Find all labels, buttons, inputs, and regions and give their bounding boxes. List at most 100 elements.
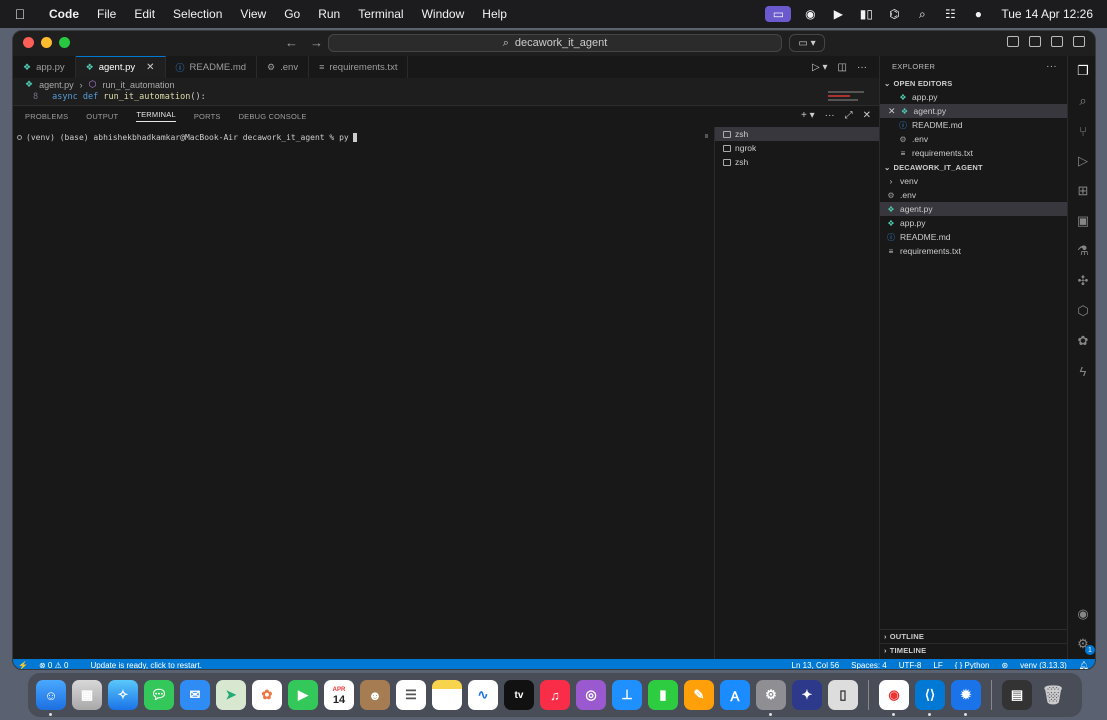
maximize-window-button[interactable] bbox=[59, 37, 70, 48]
remote-explorer-icon[interactable]: ▣ bbox=[1068, 206, 1095, 236]
notes-icon[interactable] bbox=[432, 680, 462, 710]
testing-icon[interactable]: ⚗ bbox=[1068, 236, 1095, 266]
explorer-icon[interactable]: ❐ bbox=[1068, 56, 1095, 86]
tab-agent-py[interactable]: ❖ agent.py ✕ bbox=[75, 56, 166, 78]
terminal-scrollbar[interactable] bbox=[705, 134, 708, 138]
timeline-section[interactable]: › TIMELINE bbox=[880, 643, 1067, 657]
photos-icon[interactable]: ✿ bbox=[252, 680, 282, 710]
terminal-item-zsh[interactable]: zsh bbox=[715, 127, 879, 141]
minimap[interactable] bbox=[828, 89, 874, 103]
encoding-status[interactable]: UTF-8 bbox=[893, 661, 928, 670]
vscode-icon[interactable]: ⟨⟩ bbox=[915, 680, 945, 716]
tab-ports[interactable]: PORTS bbox=[194, 112, 221, 121]
menu-selection[interactable]: Selection bbox=[164, 7, 231, 21]
extensions-icon[interactable]: ⊞ bbox=[1068, 176, 1095, 206]
open-editor-agent-py[interactable]: ✕ ❖ agent.py bbox=[880, 104, 1067, 118]
tab-readme-md[interactable]: ⓘ README.md bbox=[166, 56, 258, 78]
interpreter-status[interactable]: venv (3.13.3) bbox=[1014, 661, 1073, 670]
lightning-icon[interactable]: ϟ bbox=[1068, 356, 1095, 386]
close-panel-icon[interactable]: ✕ bbox=[863, 110, 871, 121]
system-settings-icon[interactable]: ⚙ bbox=[756, 680, 786, 716]
tab-env[interactable]: ⚙ .env bbox=[257, 56, 310, 78]
menu-clock[interactable]: Tue 14 Apr 12:26 bbox=[1001, 7, 1093, 21]
indentation-status[interactable]: Spaces: 4 bbox=[845, 661, 893, 670]
finder-icon[interactable]: ☺ bbox=[36, 680, 66, 716]
screenshot-icon[interactable]: ◉ bbox=[801, 7, 819, 21]
messages-icon[interactable]: 💬︎ bbox=[144, 680, 174, 710]
file-agent-py[interactable]: ❖ agent.py bbox=[880, 202, 1067, 216]
minimize-window-button[interactable] bbox=[41, 37, 52, 48]
project-folder-section[interactable]: ⌄ DECAWORK_IT_AGENT bbox=[880, 160, 1067, 174]
close-tab-icon[interactable]: ✕ bbox=[146, 62, 154, 73]
terminal-item-zsh-2[interactable]: zsh bbox=[715, 155, 879, 169]
manage-gear-icon[interactable]: ⚙ 1 bbox=[1068, 629, 1095, 659]
toggle-panel-icon[interactable] bbox=[1051, 36, 1063, 47]
containers-icon[interactable]: ⬡ bbox=[1068, 296, 1095, 326]
safari-icon[interactable]: ✧ bbox=[108, 680, 138, 710]
toggle-primary-sidebar-icon[interactable] bbox=[1029, 36, 1041, 47]
open-editor-env[interactable]: ⚙ .env bbox=[880, 132, 1067, 146]
chat-toggle-button[interactable]: ▭ ▾ bbox=[789, 34, 825, 52]
more-actions-icon[interactable]: ··· bbox=[857, 62, 867, 73]
contacts-icon[interactable]: ☻ bbox=[360, 680, 390, 710]
python-icon[interactable]: ✿ bbox=[1068, 326, 1095, 356]
more-actions-icon[interactable]: ··· bbox=[825, 110, 835, 121]
downloads-stack-icon[interactable]: ▤ bbox=[1002, 680, 1032, 710]
file-app-py[interactable]: ❖ app.py bbox=[880, 216, 1067, 230]
outline-section[interactable]: › OUTLINE bbox=[880, 629, 1067, 643]
copilot-status-icon[interactable]: ⊛ bbox=[995, 661, 1014, 670]
run-python-file-icon[interactable]: ▷ ▾ bbox=[812, 62, 828, 73]
podcasts-icon[interactable]: ◎ bbox=[576, 680, 606, 710]
menu-view[interactable]: View bbox=[231, 7, 275, 21]
tab-terminal[interactable]: TERMINAL bbox=[136, 110, 176, 122]
folder-venv[interactable]: › venv bbox=[880, 174, 1067, 188]
search-icon[interactable]: ⌕ bbox=[1068, 86, 1095, 116]
remote-indicator-icon[interactable]: ⚡ bbox=[13, 661, 33, 670]
file-requirements-txt[interactable]: ≡ requirements.txt bbox=[880, 244, 1067, 258]
forward-arrow-icon[interactable]: → bbox=[310, 35, 323, 50]
chrome-icon[interactable]: ◉ bbox=[879, 680, 909, 716]
battery-icon[interactable]: ▮▯ bbox=[857, 7, 875, 21]
code-line[interactable]: 8 async def run_it_automation(): bbox=[13, 91, 206, 103]
tab-output[interactable]: OUTPUT bbox=[86, 112, 118, 121]
open-editor-requirements-txt[interactable]: ≡ requirements.txt bbox=[880, 146, 1067, 160]
tab-debug-console[interactable]: DEBUG CONSOLE bbox=[239, 112, 307, 121]
calendar-icon[interactable]: APR 14 bbox=[324, 680, 354, 710]
terminal-item-ngrok[interactable]: ngrok bbox=[715, 141, 879, 155]
source-control-icon[interactable]: ⑂ bbox=[1068, 116, 1095, 146]
tab-app-py[interactable]: ❖ app.py bbox=[13, 56, 76, 78]
menu-edit[interactable]: Edit bbox=[125, 7, 164, 21]
toggle-secondary-sidebar-icon[interactable] bbox=[1073, 36, 1085, 47]
run-debug-icon[interactable]: ▷ bbox=[1068, 146, 1095, 176]
network-icon[interactable]: ⌬ bbox=[885, 7, 903, 21]
pages-icon[interactable]: ✎ bbox=[684, 680, 714, 710]
menu-app-name[interactable]: Code bbox=[40, 7, 88, 21]
facetime-icon[interactable]: ▶ bbox=[288, 680, 318, 710]
menu-run[interactable]: Run bbox=[309, 7, 349, 21]
menu-terminal[interactable]: Terminal bbox=[349, 7, 412, 21]
cursor-position-status[interactable]: Ln 13, Col 56 bbox=[786, 661, 846, 670]
menu-help[interactable]: Help bbox=[473, 7, 516, 21]
more-actions-icon[interactable]: ··· bbox=[1046, 61, 1067, 72]
close-window-button[interactable] bbox=[23, 37, 34, 48]
control-center-icon[interactable]: ☷ bbox=[941, 7, 959, 21]
terminal-output[interactable]: (venv) (base) abhishekbhadkamkar@MacBook… bbox=[13, 128, 713, 660]
play-icon[interactable]: ▶ bbox=[829, 7, 847, 21]
mail-icon[interactable]: ✉ bbox=[180, 680, 210, 710]
xcode-instruments-icon[interactable]: ✦ bbox=[792, 680, 822, 710]
command-center-search[interactable]: ⌕ decawork_it_agent bbox=[328, 34, 782, 52]
breadcrumb-file[interactable]: agent.py bbox=[39, 80, 74, 90]
screen-mirroring-icon[interactable]: ▭ bbox=[765, 6, 792, 22]
maximize-panel-icon[interactable]: ⤢ bbox=[845, 110, 853, 121]
maps-icon[interactable]: ➤ bbox=[216, 680, 246, 710]
close-editor-icon[interactable]: ✕ bbox=[888, 106, 896, 117]
reminders-icon[interactable]: ☰ bbox=[396, 680, 426, 710]
open-editor-readme-md[interactable]: ⓘ README.md bbox=[880, 118, 1067, 132]
trash-icon[interactable]: 🗑︎ bbox=[1038, 680, 1068, 710]
keynote-icon[interactable]: ⊥ bbox=[612, 680, 642, 710]
freeform-icon[interactable]: ∿ bbox=[468, 680, 498, 710]
update-status[interactable]: Update is ready, click to restart. bbox=[84, 661, 207, 670]
open-editors-section[interactable]: ⌄ OPEN EDITORS bbox=[880, 76, 1067, 90]
eol-status[interactable]: LF bbox=[927, 661, 948, 670]
puzzle-icon[interactable]: ✣ bbox=[1068, 266, 1095, 296]
